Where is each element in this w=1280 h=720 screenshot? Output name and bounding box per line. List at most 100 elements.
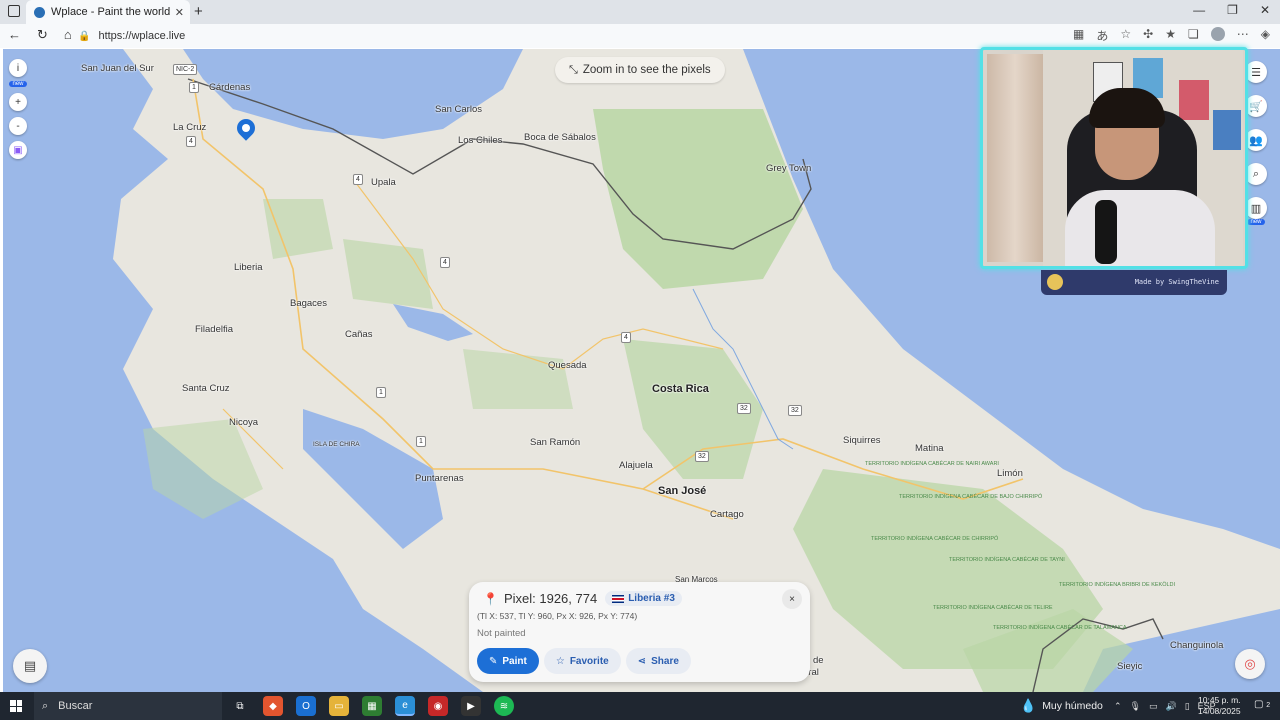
notification-icon: ▢ (1254, 699, 1264, 710)
favorites-icon[interactable]: ★ (1165, 27, 1176, 44)
clock-date: 14/08/2025 (1198, 706, 1241, 716)
taskbar-search[interactable]: ⌕ Buscar (34, 692, 222, 720)
road-label: 4 (621, 332, 631, 343)
pixel-coords: (Tl X: 537, Tl Y: 960, Px X: 926, Px Y: … (477, 611, 638, 621)
microphone-icon[interactable]: 🎙 (1130, 701, 1141, 712)
place-label: Santa Cruz (182, 383, 230, 394)
sidebar-icon[interactable] (8, 5, 20, 17)
close-window-icon[interactable]: ✕ (1260, 3, 1270, 17)
region-badge[interactable]: Liberia #3 (605, 591, 682, 606)
home-icon[interactable]: ⌂ (64, 27, 72, 43)
info-button[interactable]: i (9, 59, 27, 77)
network-icon[interactable]: ▭ (1149, 701, 1158, 712)
star-icon[interactable]: ☆ (1120, 27, 1131, 44)
weather-text: Muy húmedo (1042, 700, 1103, 712)
brave-icon[interactable]: ◆ (263, 696, 283, 716)
obs-icon[interactable]: ◉ (428, 696, 448, 716)
webcam-microphone (1095, 200, 1117, 264)
battery-icon[interactable]: ▯ (1185, 701, 1190, 712)
notifications-button[interactable]: ▢ 2 (1254, 699, 1270, 710)
clock-time: 10:45 p. m. (1198, 695, 1241, 705)
collections-icon[interactable]: ❏ (1188, 27, 1199, 44)
browser-navbar: ← ↻ ⌂ 🔒 https://wplace.live ▦ あ ☆ ✣ ★ ❏ … (0, 24, 1280, 48)
place-label: Sieyic (1117, 661, 1143, 672)
road-label: 4 (186, 136, 196, 147)
place-label: Grey Town (766, 163, 812, 174)
translate-icon[interactable]: あ (1096, 27, 1108, 44)
twitch-icon: ▣ (13, 144, 23, 156)
task-view-icon[interactable]: ⧉ (230, 696, 250, 716)
more-icon[interactable]: ⋯ (1237, 27, 1249, 44)
reserve-label: TERRITORIO INDÍGENA CABÉCAR DE BAJO CHIR… (899, 494, 1042, 500)
place-label: Alajuela (619, 460, 653, 471)
place-label: Changuinola (1170, 640, 1224, 651)
city-label: San José (658, 485, 707, 497)
road-label: 1 (376, 387, 386, 398)
place-label: Puntarenas (415, 473, 464, 484)
twitch-button[interactable]: ▣ (9, 141, 27, 159)
place-label: Nicoya (229, 417, 259, 428)
zoom-out-button[interactable]: - (9, 117, 27, 135)
close-panel-button[interactable]: × (782, 589, 802, 609)
share-button[interactable]: ⋖ Share (625, 648, 691, 674)
reserve-label: TERRITORIO INDÍGENA CABÉCAR DE CHIRRIPÓ (871, 536, 999, 542)
minimize-icon[interactable]: — (1193, 3, 1205, 17)
place-label: San Carlos (435, 104, 482, 115)
minus-icon: - (16, 120, 20, 132)
layers-button[interactable]: ▤ (13, 649, 47, 683)
profile-icon[interactable] (1210, 27, 1225, 41)
road-label: 4 (440, 257, 450, 268)
copilot-icon[interactable]: ◈ (1261, 27, 1270, 44)
store-icon[interactable]: ▦ (362, 696, 382, 716)
nav-buttons: ← ↻ ⌂ (8, 27, 72, 43)
place-label: Liberia (234, 262, 263, 273)
chevron-up-icon[interactable]: ⌃ (1114, 701, 1122, 712)
extensions-icon[interactable]: ✣ (1143, 27, 1153, 44)
paint-status: Not painted (477, 628, 526, 639)
maximize-icon[interactable]: ❐ (1227, 3, 1238, 17)
road-label: 1 (189, 82, 199, 93)
leaderboard-button[interactable]: ▥ (1245, 197, 1267, 219)
browser-tab[interactable]: Wplace - Paint the world ✕ (26, 0, 190, 24)
media-app-icon[interactable]: ▶ (461, 696, 481, 716)
zoom-in-button[interactable]: + (9, 93, 27, 111)
edge-icon[interactable]: e (395, 696, 415, 716)
outlook-icon[interactable]: O (296, 696, 316, 716)
back-icon[interactable]: ← (8, 27, 21, 43)
spotify-icon[interactable]: ≋ (494, 696, 514, 716)
blue-marble-icon[interactable] (1047, 274, 1063, 290)
search-icon: ⌕ (42, 699, 49, 712)
clock[interactable]: 10:45 p. m. 14/08/2025 (1198, 695, 1241, 717)
file-explorer-icon[interactable]: ▭ (329, 696, 349, 716)
place-label: La Cruz (173, 122, 207, 133)
apps-icon[interactable]: ▦ (1073, 27, 1084, 44)
alliance-button[interactable]: 👥 (1245, 129, 1267, 151)
share-label: Share (651, 655, 679, 667)
new-tab-button[interactable]: + (194, 3, 203, 20)
place-label: Cartago (710, 509, 744, 520)
place-label: Limón (997, 468, 1023, 479)
search-icon: ⌕ (1252, 167, 1260, 180)
locate-icon: ◎ (1244, 656, 1256, 671)
lock-icon[interactable]: 🔒 (78, 31, 90, 42)
cart-icon: 🛒 (1249, 100, 1263, 113)
menu-button[interactable]: ☰ (1245, 61, 1267, 83)
volume-icon[interactable]: 🔊 (1166, 701, 1177, 712)
locate-button[interactable]: ◎ (1235, 649, 1265, 679)
close-tab-icon[interactable]: ✕ (175, 6, 184, 19)
pixel-title-row: 📍 Pixel: 1926, 774 Liberia #3 (483, 591, 682, 606)
address-bar[interactable]: 🔒 https://wplace.live (78, 26, 1058, 46)
close-icon: × (789, 593, 795, 605)
store-button[interactable]: 🛒 (1245, 95, 1267, 117)
search-button[interactable]: ⌕ (1245, 163, 1267, 185)
webcam-poster (1213, 110, 1241, 150)
users-icon: 👥 (1249, 134, 1263, 147)
weather-widget[interactable]: 💧 Muy húmedo (1020, 692, 1103, 720)
layers-icon: ▤ (23, 658, 37, 673)
notification-count: 2 (1266, 702, 1271, 709)
paint-button[interactable]: ✎ Paint (477, 648, 539, 674)
refresh-icon[interactable]: ↻ (37, 27, 48, 43)
favorite-button[interactable]: ☆ Favorite (543, 648, 621, 674)
start-icon[interactable] (10, 700, 22, 712)
info-icon: i (16, 62, 20, 74)
